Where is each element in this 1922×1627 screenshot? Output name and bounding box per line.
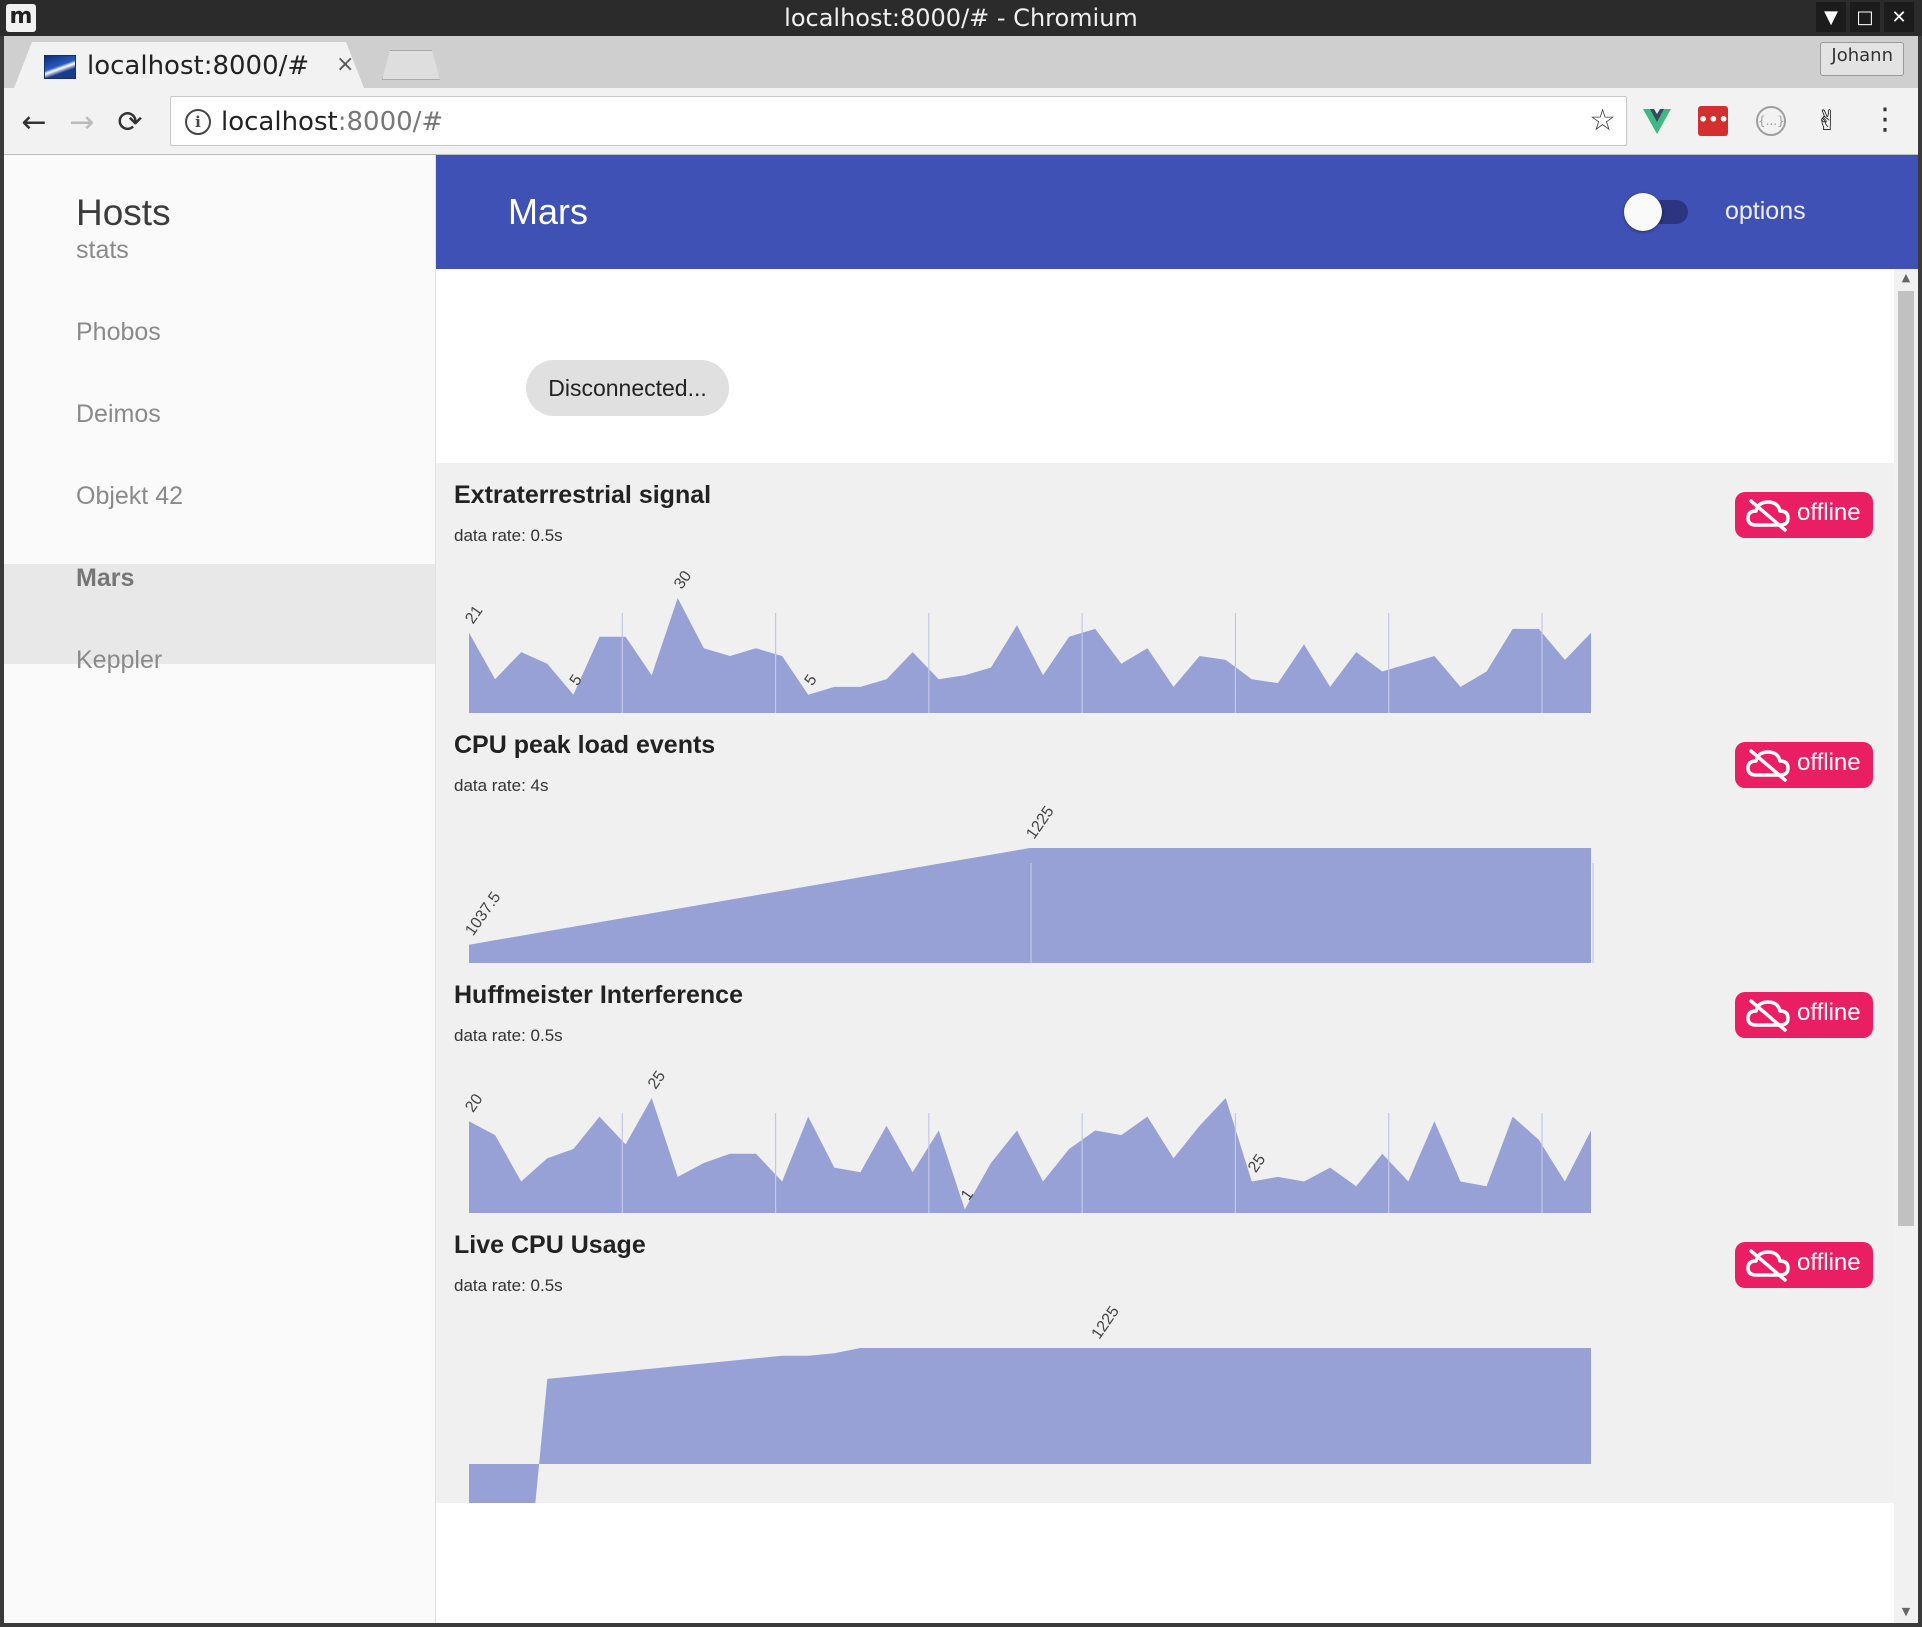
main-panel: Mars options Disconnected... 17m3s17m6s1… — [436, 155, 1918, 1623]
browser-menu-icon[interactable]: ⋮ — [1870, 102, 1900, 138]
options-switch-thumb[interactable] — [1624, 193, 1662, 231]
site-info-icon[interactable]: i — [185, 109, 211, 135]
series-area — [469, 598, 1591, 714]
card-title: Live CPU Usage — [454, 1231, 646, 1259]
app-bar: Mars options — [436, 155, 1918, 269]
gnome-extension-icon[interactable]: ✌ — [1812, 106, 1842, 136]
chart-card: 1225 Live CPU Usage data rate: 0.5s offline — [436, 1213, 1894, 1503]
chart-card: 17m3s17m6s17m9s17m12s17m15s17m18s17m21s1… — [436, 963, 1894, 1253]
data-point-label: 25 — [645, 1068, 669, 1092]
tab-title: localhost:8000/# — [87, 51, 310, 81]
lastpass-icon[interactable]: ••• — [1698, 106, 1729, 136]
url-text[interactable]: localhost:8000/# — [221, 107, 443, 137]
url-path: :8000/# — [337, 107, 444, 137]
cloud-off-icon — [1746, 999, 1790, 1032]
scrollbar-thumb[interactable] — [1898, 291, 1914, 1226]
connection-status-chip: Disconnected... — [526, 360, 729, 416]
offline-label: offline — [1797, 499, 1861, 526]
data-rate-label: data rate: 0.5s — [454, 1276, 563, 1295]
url-host: localhost — [221, 107, 338, 137]
card-title: CPU peak load events — [454, 731, 716, 759]
data-point-label: 1037.5 — [462, 889, 504, 939]
browser-tab[interactable]: localhost:8000/# × — [14, 42, 364, 88]
data-point-label: 1225 — [1089, 1303, 1123, 1342]
page-viewport: Hosts stats Phobos Deimos Objekt 42 Mars Kepp… — [4, 155, 1918, 1623]
offline-badge[interactable]: offline — [1735, 742, 1873, 788]
drawer-title: Hosts — [76, 192, 171, 233]
offline-badge[interactable]: offline — [1735, 992, 1873, 1038]
hosts-drawer: Hosts stats Phobos Deimos Objekt 42 Mars Kepp… — [4, 155, 436, 1623]
cloud-off-icon — [1746, 1249, 1790, 1282]
back-icon[interactable]: ← — [14, 102, 54, 142]
forward-icon[interactable]: → — [62, 102, 102, 142]
options-label[interactable]: options — [1725, 197, 1806, 226]
series-area — [469, 1098, 1591, 1214]
series-area — [469, 848, 1591, 964]
data-point-label: 20 — [462, 1091, 486, 1115]
data-rate-label: data rate: 4s — [454, 776, 549, 795]
window-titlebar: m localhost:8000/# - Chromium ▼ □ ✕ — [0, 0, 1922, 36]
scroll-up-arrow-icon[interactable]: ▲ — [1898, 271, 1914, 287]
profile-button[interactable]: Johann — [1820, 42, 1904, 76]
cloud-off-icon — [1746, 499, 1790, 532]
extension-c-icon[interactable]: {...} — [1756, 106, 1786, 136]
card-title: Huffmeister Interference — [454, 981, 743, 1009]
tab-strip: localhost:8000/# × Johann — [4, 36, 1918, 88]
area-chart: 1225 — [469, 1303, 1591, 1503]
close-window-button[interactable]: ✕ — [1884, 2, 1914, 32]
vue-devtools-icon[interactable] — [1642, 106, 1672, 136]
cloud-off-icon — [1746, 749, 1790, 782]
scroll-down-arrow-icon[interactable]: ▼ — [1898, 1605, 1914, 1621]
chart-card: 17m3s17m6s17m9s17m12s17m15s17m18s17m21s1… — [436, 463, 1894, 753]
minimize-button[interactable]: ▼ — [1816, 2, 1846, 32]
favicon-icon — [44, 55, 76, 79]
offline-label: offline — [1797, 1249, 1861, 1276]
data-rate-label: data rate: 0.5s — [454, 526, 563, 545]
window-title: localhost:8000/# - Chromium — [784, 4, 1138, 32]
series-area — [469, 1348, 1591, 1503]
sidebar-item-keppler[interactable]: Keppler — [4, 646, 435, 746]
chart-card: 17m8s17m18s17m1037.51225CPU peak load ev… — [436, 713, 1894, 1003]
data-point-label: 30 — [671, 568, 695, 592]
data-point-label: 21 — [462, 603, 486, 627]
window-controls: ▼ □ ✕ — [1812, 2, 1914, 32]
browser-toolbar: ← → ⟳ i localhost:8000/# ☆ ••• {...} ✌ ⋮ — [4, 88, 1918, 155]
offline-badge[interactable]: offline — [1735, 1242, 1873, 1288]
page-title: Mars — [508, 191, 588, 232]
scrollbar[interactable]: ▲ ▼ — [1894, 269, 1918, 1623]
bookmark-star-icon[interactable]: ☆ — [1589, 103, 1616, 138]
address-bar[interactable]: i localhost:8000/# ☆ — [170, 96, 1627, 146]
offline-label: offline — [1797, 999, 1861, 1026]
data-rate-label: data rate: 0.5s — [454, 1026, 563, 1045]
content-scroll-area: Disconnected... 17m3s17m6s17m9s17m12s17m… — [436, 269, 1894, 1623]
data-point-label: 1225 — [1023, 803, 1057, 842]
reload-icon[interactable]: ⟳ — [110, 102, 150, 142]
tab-close-icon[interactable]: × — [336, 52, 354, 77]
data-point-label: 5 — [802, 672, 821, 689]
maximize-button[interactable]: □ — [1850, 2, 1880, 32]
offline-label: offline — [1797, 749, 1861, 776]
new-tab-button[interactable] — [382, 50, 440, 80]
offline-badge[interactable]: offline — [1735, 492, 1873, 538]
card-title: Extraterrestrial signal — [454, 481, 712, 509]
